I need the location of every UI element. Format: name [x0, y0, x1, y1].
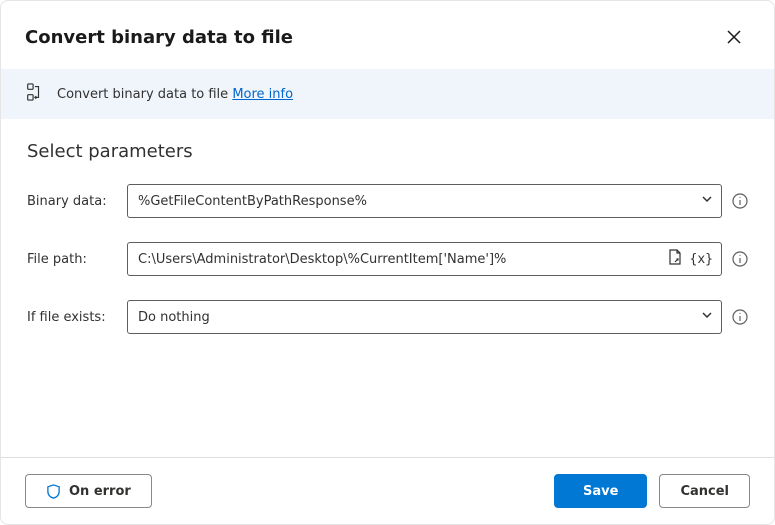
dialog-title: Convert binary data to file: [25, 27, 293, 48]
binary-data-info-button[interactable]: [732, 193, 748, 209]
file-picker-button[interactable]: [666, 248, 684, 270]
chevron-down-icon: [701, 193, 713, 209]
info-banner: Convert binary data to file More info: [1, 69, 774, 119]
close-button[interactable]: [718, 21, 750, 53]
file-path-label: File path:: [27, 252, 115, 267]
more-info-link[interactable]: More info: [232, 87, 293, 102]
binary-data-select[interactable]: %GetFileContentByPathResponse%: [127, 184, 722, 218]
dialog-footer: On error Save Cancel: [1, 457, 774, 524]
section-title: Select parameters: [27, 141, 748, 162]
file-path-row: File path: {x}: [27, 242, 748, 276]
if-exists-value: Do nothing: [138, 310, 210, 325]
shield-icon: [46, 484, 61, 499]
save-button[interactable]: Save: [554, 474, 647, 508]
binary-data-value: %GetFileContentByPathResponse%: [138, 194, 367, 209]
close-icon: [727, 30, 741, 44]
file-path-input-wrap: {x}: [127, 242, 722, 276]
banner-text: Convert binary data to file More info: [57, 87, 293, 102]
variable-picker-button[interactable]: {x}: [690, 252, 713, 267]
binary-data-row: Binary data: %GetFileContentByPathRespon…: [27, 184, 748, 218]
file-path-info-button[interactable]: [732, 251, 748, 267]
if-exists-info-button[interactable]: [732, 309, 748, 325]
if-exists-row: If file exists: Do nothing: [27, 300, 748, 334]
chevron-down-icon: [701, 309, 713, 325]
file-path-input[interactable]: [138, 252, 666, 267]
cancel-button[interactable]: Cancel: [659, 474, 750, 508]
action-icon: [25, 83, 43, 105]
on-error-button[interactable]: On error: [25, 474, 152, 508]
dialog-header: Convert binary data to file: [1, 1, 774, 69]
content-area: Select parameters Binary data: %GetFileC…: [1, 119, 774, 457]
if-exists-select[interactable]: Do nothing: [127, 300, 722, 334]
if-exists-label: If file exists:: [27, 310, 115, 325]
binary-data-label: Binary data:: [27, 194, 115, 209]
